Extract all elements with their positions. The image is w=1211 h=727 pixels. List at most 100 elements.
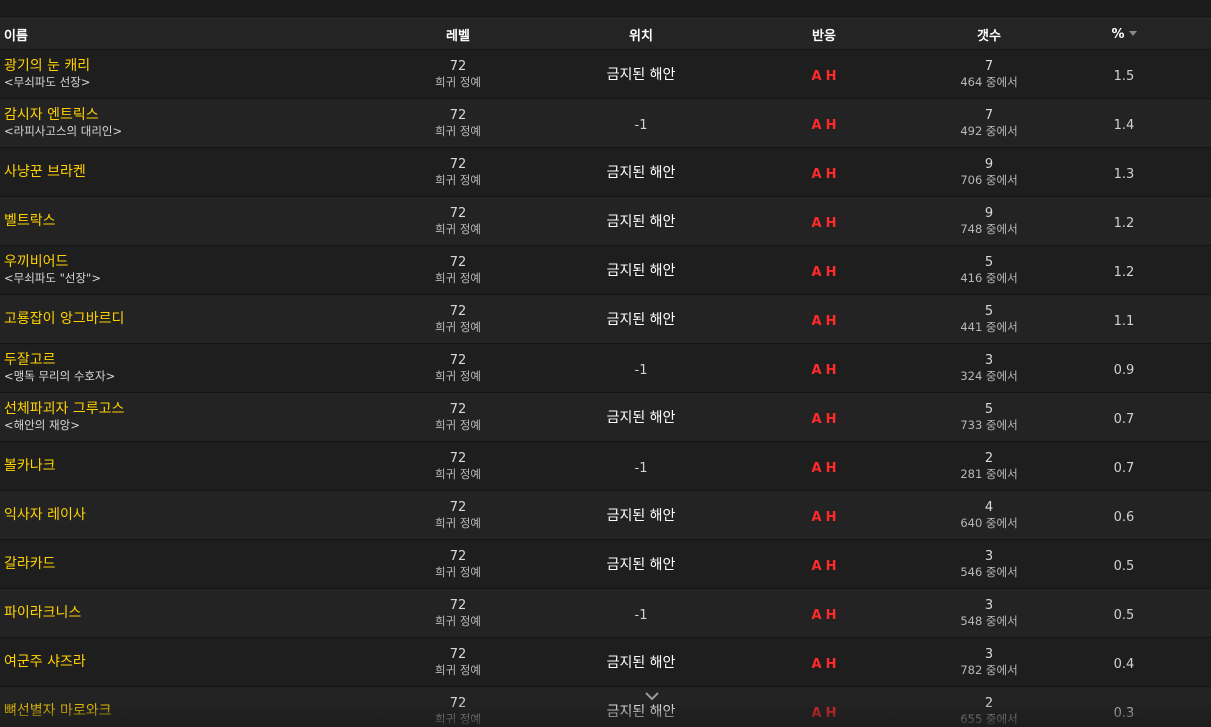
count-value: 7 [984,107,994,123]
npc-title: <무쇠파도 선장> [4,75,91,89]
react-alliance: A [811,362,822,378]
count-cell: 7 464 중에서 [916,59,1062,90]
level-value: 72 [449,646,467,662]
rank-label: 희귀 정예 [435,172,481,187]
count-value: 4 [984,499,994,515]
react-alliance: A [811,656,822,672]
count-total: 548 중에서 [960,613,1018,628]
location-link[interactable]: 금지된 해안 [607,508,676,524]
react-alliance: A [811,264,822,280]
column-header-name[interactable]: 이름 [0,25,366,44]
npc-title: <해안의 재앙> [4,418,80,432]
react-cell: AH [732,457,916,476]
table-row: 두잘고르 <맹독 무리의 수호자> 72 희귀 정예 -1 A H 3 324 중에서 0.9 [0,344,1211,393]
name-cell: 갈라카드 [0,556,366,573]
count-value: 3 [984,646,994,662]
percent-value: 0.7 [1113,460,1135,476]
level-value: 72 [449,695,467,711]
column-header-react[interactable]: 반응 [732,25,916,44]
npc-name-link[interactable]: 파이라크니스 [4,605,366,622]
location-link[interactable]: -1 [635,608,648,623]
react-cell: AH [732,555,916,574]
npc-name-link[interactable]: 여군주 샤즈라 [4,654,366,671]
npc-name-link[interactable]: 볼카나크 [4,458,366,475]
location-link[interactable]: 금지된 해안 [607,704,676,720]
location-link[interactable]: -1 [635,118,648,133]
percent-cell: 1.1 [1062,310,1186,329]
npc-name-link[interactable]: 두잘고르 [4,352,366,369]
location-link[interactable]: -1 [635,461,648,476]
table-row: 광기의 눈 캐리 <무쇠파도 선장> 72 희귀 정예 금지된 해안 A H 7 464 중에서… [0,50,1211,99]
npc-name-link[interactable]: 고룡잡이 앙그바르디 [4,311,366,328]
table-row: 우끼비어드 <무쇠파도 "선장"> 72 희귀 정예 금지된 해안 A H 5 416 중에서 1… [0,246,1211,295]
table-row: 볼카나크 72 희귀 정예 -1 A H 2 281 중에서 0.7 [0,442,1211,491]
percent-value: 0.4 [1113,656,1135,672]
name-cell: 사냥꾼 브라켄 [0,164,366,181]
name-cell: 감시자 엔트릭스 <라피사고스의 대리인> [0,107,366,139]
npc-name-link[interactable]: 익사자 레이사 [4,507,366,524]
rank-label: 희귀 정예 [435,270,481,285]
location-link[interactable]: 금지된 해안 [607,263,676,279]
column-header-level[interactable]: 레벨 [366,25,550,44]
column-header-count[interactable]: 갯수 [916,25,1062,44]
count-total: 441 중에서 [960,319,1018,334]
location-cell: -1 [550,359,732,378]
rank-label: 희귀 정예 [435,662,481,677]
percent-value: 0.5 [1113,558,1135,574]
location-link[interactable]: 금지된 해안 [607,67,676,83]
react-alliance: A [811,460,822,476]
count-total: 733 중에서 [960,417,1018,432]
count-cell: 3 546 중에서 [916,549,1062,580]
percent-value: 1.5 [1113,68,1135,84]
location-cell: 금지된 해안 [550,260,732,280]
count-value: 5 [984,254,994,270]
count-total: 464 중에서 [960,74,1018,89]
count-total: 655 중에서 [960,711,1018,726]
level-value: 72 [449,58,467,74]
location-link[interactable]: 금지된 해안 [607,165,676,181]
npc-name-link[interactable]: 감시자 엔트릭스 [4,107,366,124]
npc-name-link[interactable]: 사냥꾼 브라켄 [4,164,366,181]
location-link[interactable]: 금지된 해안 [607,410,676,426]
npc-name-link[interactable]: 선체파괴자 그루고스 [4,401,366,418]
table-row: 고룡잡이 앙그바르디 72 희귀 정예 금지된 해안 A H 5 441 중에서 1.1 [0,295,1211,344]
percent-cell: 1.5 [1062,65,1186,84]
count-total: 492 중에서 [960,123,1018,138]
name-cell: 두잘고르 <맹독 무리의 수호자> [0,352,366,384]
location-link[interactable]: 금지된 해안 [607,557,676,573]
column-header-location[interactable]: 위치 [550,25,732,44]
react-alliance: A [811,166,822,182]
react-horde: H [825,313,837,329]
scroll-down-chevron-icon[interactable] [644,690,660,702]
location-link[interactable]: 금지된 해안 [607,214,676,230]
npc-name-link[interactable]: 갈라카드 [4,556,366,573]
level-value: 72 [449,107,467,123]
level-cell: 72 희귀 정예 [366,598,550,629]
count-value: 9 [984,156,994,172]
count-value: 7 [984,58,994,74]
location-link[interactable]: -1 [635,363,648,378]
column-header-percent[interactable]: % [1062,27,1186,42]
react-cell: AH [732,604,916,623]
npc-name-link[interactable]: 뼈선별자 마로와크 [4,703,366,720]
location-link[interactable]: 금지된 해안 [607,655,676,671]
level-cell: 72 희귀 정예 [366,255,550,286]
react-alliance: A [811,68,822,84]
level-value: 72 [449,156,467,172]
location-link[interactable]: 금지된 해안 [607,312,676,328]
react-alliance: A [811,509,822,525]
name-cell: 벨트락스 [0,213,366,230]
npc-name-link[interactable]: 우끼비어드 [4,254,366,271]
name-cell: 여군주 샤즈라 [0,654,366,671]
npc-name-link[interactable]: 벨트락스 [4,213,366,230]
percent-value: 0.3 [1113,705,1135,721]
react-horde: H [825,656,837,672]
rank-label: 희귀 정예 [435,74,481,89]
npc-name-link[interactable]: 광기의 눈 캐리 [4,58,366,75]
percent-cell: 0.5 [1062,555,1186,574]
count-cell: 3 324 중에서 [916,353,1062,384]
react-cell: AH [732,261,916,280]
react-cell: AH [732,506,916,525]
react-horde: H [825,411,837,427]
count-cell: 5 733 중에서 [916,402,1062,433]
